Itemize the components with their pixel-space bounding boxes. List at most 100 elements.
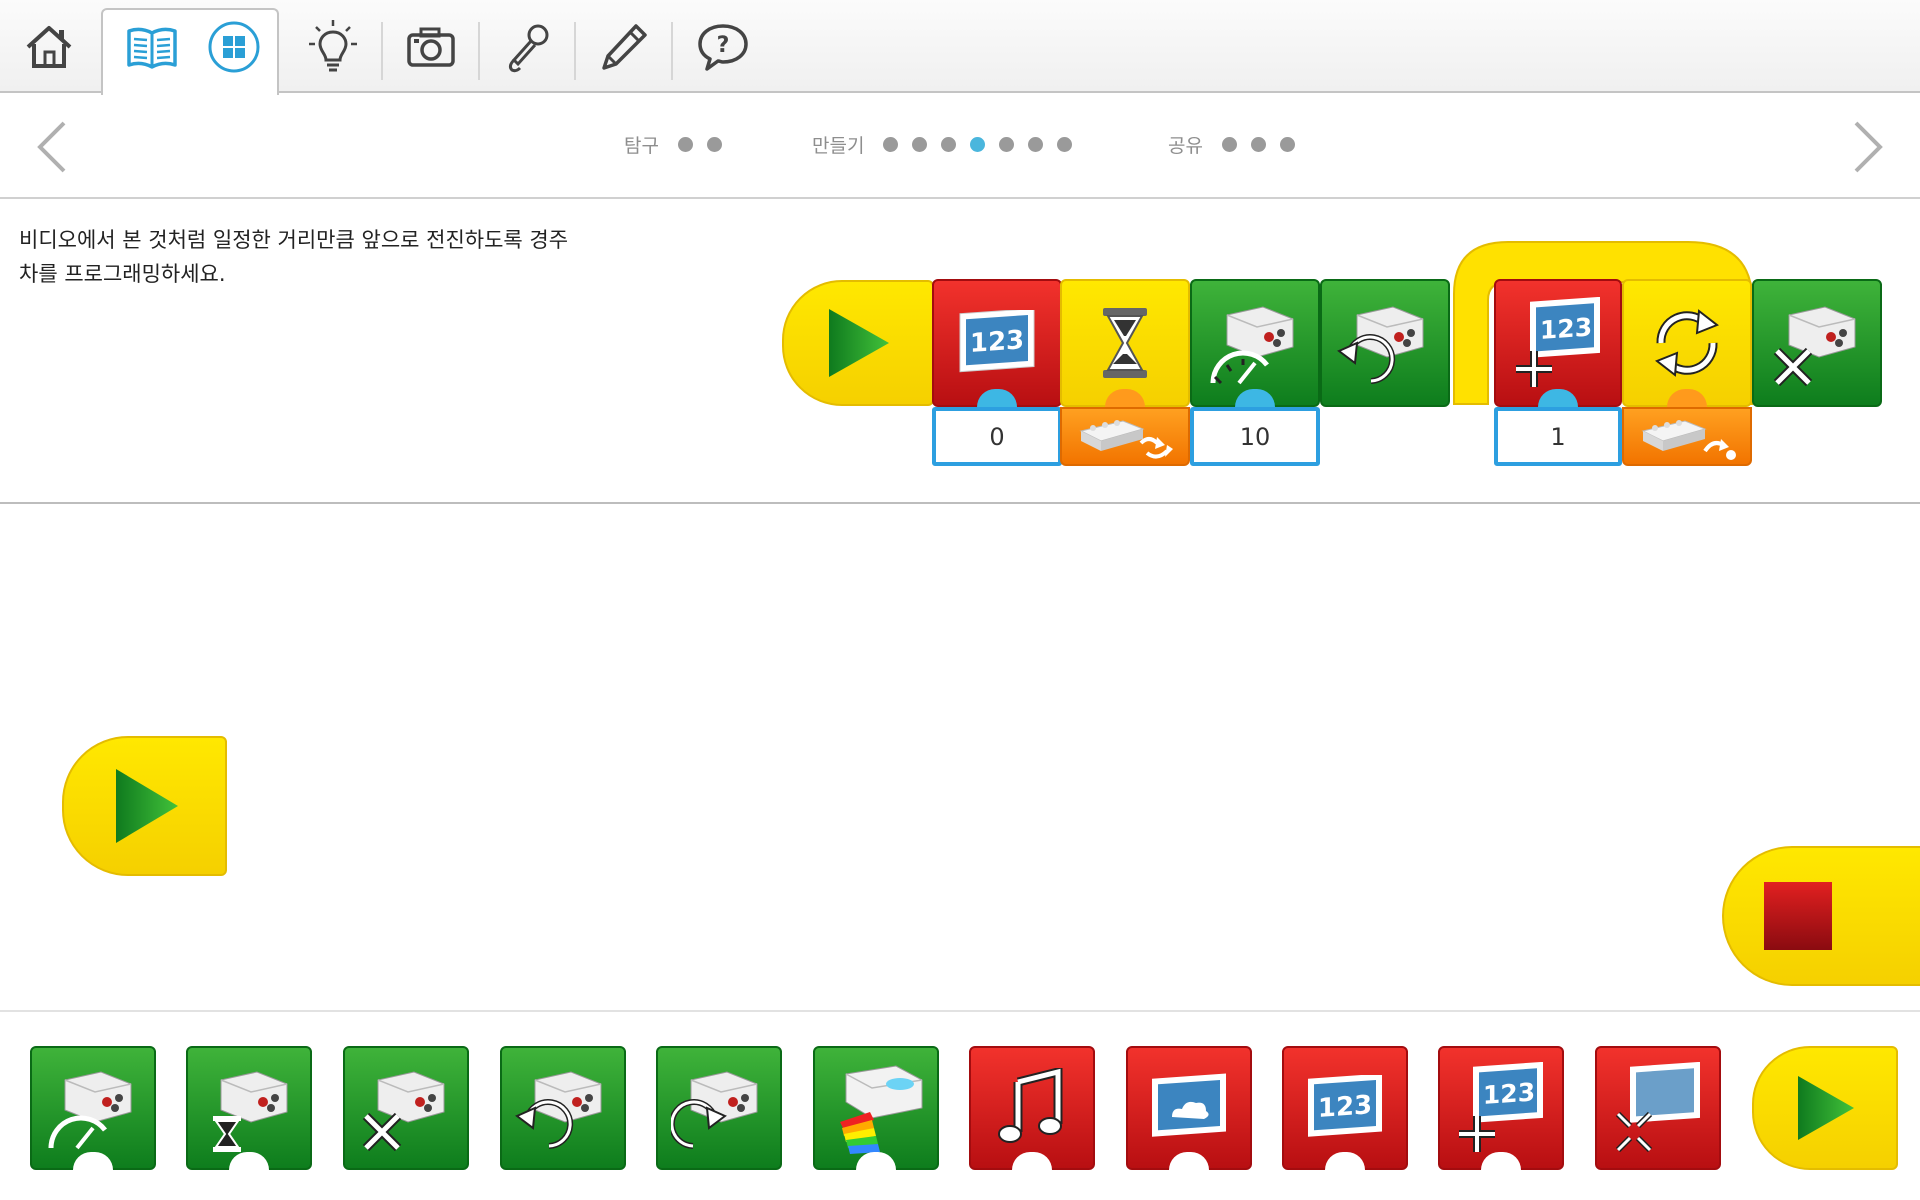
motor-power-block[interactable]	[1190, 279, 1320, 407]
display-number-icon: 123	[1308, 1075, 1382, 1137]
microphone-button[interactable]	[494, 0, 562, 93]
add-to-display-input[interactable]: 1	[1494, 407, 1622, 466]
palette-display-image-block[interactable]	[1126, 1046, 1252, 1170]
repeat-block[interactable]	[1622, 279, 1752, 407]
palette-motor-time-block[interactable]	[186, 1046, 312, 1170]
motor-stop-icon	[1773, 306, 1856, 387]
book-icon	[127, 27, 177, 69]
palette-motor-clockwise-block[interactable]	[656, 1046, 782, 1170]
progress-label: 공유	[1168, 135, 1203, 157]
wait-block[interactable]	[1060, 279, 1190, 407]
music-note-icon	[998, 1068, 1063, 1143]
programming-canvas[interactable]	[0, 504, 1920, 1010]
stop-icon	[1764, 882, 1832, 950]
camera-button[interactable]	[396, 0, 466, 93]
grid-button[interactable]	[204, 0, 264, 93]
connector-notch	[1012, 1152, 1052, 1170]
help-button[interactable]: ?	[688, 0, 758, 93]
palette-display-shrink-block[interactable]	[1595, 1046, 1721, 1170]
progress-dot[interactable]	[912, 137, 928, 152]
display-number-block[interactable]: 123	[932, 279, 1062, 407]
instruction-panel: 비디오에서 본 것처럼 일정한 거리만큼 앞으로 전진하도록 경주 차를 프로그…	[0, 199, 1920, 504]
progress-group-share[interactable]: 공유	[1168, 131, 1302, 158]
palette-motor-power-block[interactable]	[30, 1046, 156, 1170]
play-icon	[115, 769, 178, 843]
next-page-button[interactable]	[1838, 119, 1894, 175]
grid-icon	[208, 21, 260, 72]
display-add-number-icon: 123	[1516, 297, 1600, 387]
top-toolbar: ?	[0, 0, 1920, 95]
progress-dot[interactable]	[1250, 137, 1266, 152]
progress-dot[interactable]	[941, 137, 957, 152]
repeat-icon	[1655, 309, 1719, 377]
connector-notch	[1169, 1152, 1209, 1170]
palette-start-block[interactable]	[1752, 1046, 1898, 1170]
progress-dot[interactable]	[1057, 137, 1073, 152]
camera-icon	[407, 27, 455, 67]
connector-notch	[977, 389, 1017, 407]
connector-notch	[229, 1152, 269, 1170]
microphone-icon	[508, 24, 549, 72]
wait-for-motion-sensor-input[interactable]	[1060, 407, 1190, 466]
palette-motor-stop-block[interactable]	[343, 1046, 469, 1170]
connector-notch	[73, 1152, 113, 1170]
progress-dot[interactable]	[1279, 137, 1295, 152]
palette-play-sound-block[interactable]	[969, 1046, 1095, 1170]
connector-notch	[1235, 389, 1275, 407]
motor-power-input[interactable]: 10	[1190, 407, 1320, 466]
pencil-icon	[602, 23, 647, 70]
display-add-number-icon: 123	[1459, 1062, 1543, 1152]
pencil-button[interactable]	[590, 0, 658, 93]
svg-text:?: ?	[717, 33, 730, 58]
canvas-start-block[interactable]	[62, 736, 227, 876]
block-palette: 123 123	[0, 1010, 1920, 1200]
motor-stop-block[interactable]	[1752, 279, 1882, 407]
chevron-left-icon	[37, 121, 66, 173]
progress-dot[interactable]	[706, 137, 722, 152]
palette-display-number-block[interactable]: 123	[1282, 1046, 1408, 1170]
motor-clockwise-icon	[671, 1071, 758, 1149]
motor-stop-icon	[362, 1071, 445, 1152]
repeat-until-motion-sensor-input[interactable]	[1622, 407, 1752, 466]
palette-motor-counterclockwise-block[interactable]	[500, 1046, 626, 1170]
motion-sensor-icon	[1079, 419, 1173, 458]
progress-dot[interactable]	[1028, 137, 1044, 152]
display-number-icon: 123	[959, 310, 1035, 373]
progress-group-create[interactable]: 만들기	[812, 131, 1079, 158]
motor-counterclockwise-block[interactable]	[1320, 279, 1450, 407]
progress-dot[interactable]	[883, 137, 899, 152]
motor-time-icon	[213, 1071, 288, 1152]
chevron-right-icon	[1854, 121, 1883, 173]
connector-notch	[1481, 1152, 1521, 1170]
hourglass-icon	[1103, 308, 1147, 378]
toolbar-separator	[574, 22, 576, 80]
progress-dot[interactable]	[677, 137, 693, 152]
start-play-icon	[1798, 1076, 1854, 1140]
svg-text:123: 123	[970, 325, 1024, 359]
motor-power-icon	[48, 1071, 132, 1150]
display-add-number-block[interactable]: 123	[1494, 279, 1622, 407]
toolbar-separator	[671, 22, 673, 80]
motor-power-icon	[1210, 306, 1294, 385]
hub-light-icon	[840, 1065, 923, 1154]
toolbar-separator	[478, 22, 480, 80]
progress-dot-current[interactable]	[970, 137, 986, 152]
previous-page-button[interactable]	[26, 119, 82, 175]
palette-hub-light-block[interactable]	[813, 1046, 939, 1170]
home-button[interactable]	[14, 0, 84, 93]
connector-notch	[1325, 1152, 1365, 1170]
svg-text:123: 123	[1318, 1090, 1372, 1124]
lightbulb-button[interactable]	[300, 0, 366, 93]
stop-program-button[interactable]	[1722, 846, 1920, 986]
display-number-input[interactable]: 0	[932, 407, 1062, 466]
svg-text:123: 123	[1483, 1077, 1535, 1110]
progress-group-explore[interactable]: 탐구	[624, 131, 729, 158]
progress-dot[interactable]	[999, 137, 1015, 152]
progress-dot[interactable]	[1221, 137, 1237, 152]
start-block[interactable]	[782, 280, 934, 406]
palette-display-add-number-block[interactable]: 123	[1438, 1046, 1564, 1170]
book-button[interactable]	[118, 0, 186, 93]
display-image-icon	[1152, 1073, 1226, 1137]
progress-label: 탐구	[624, 135, 659, 157]
lightbulb-icon	[309, 19, 357, 71]
